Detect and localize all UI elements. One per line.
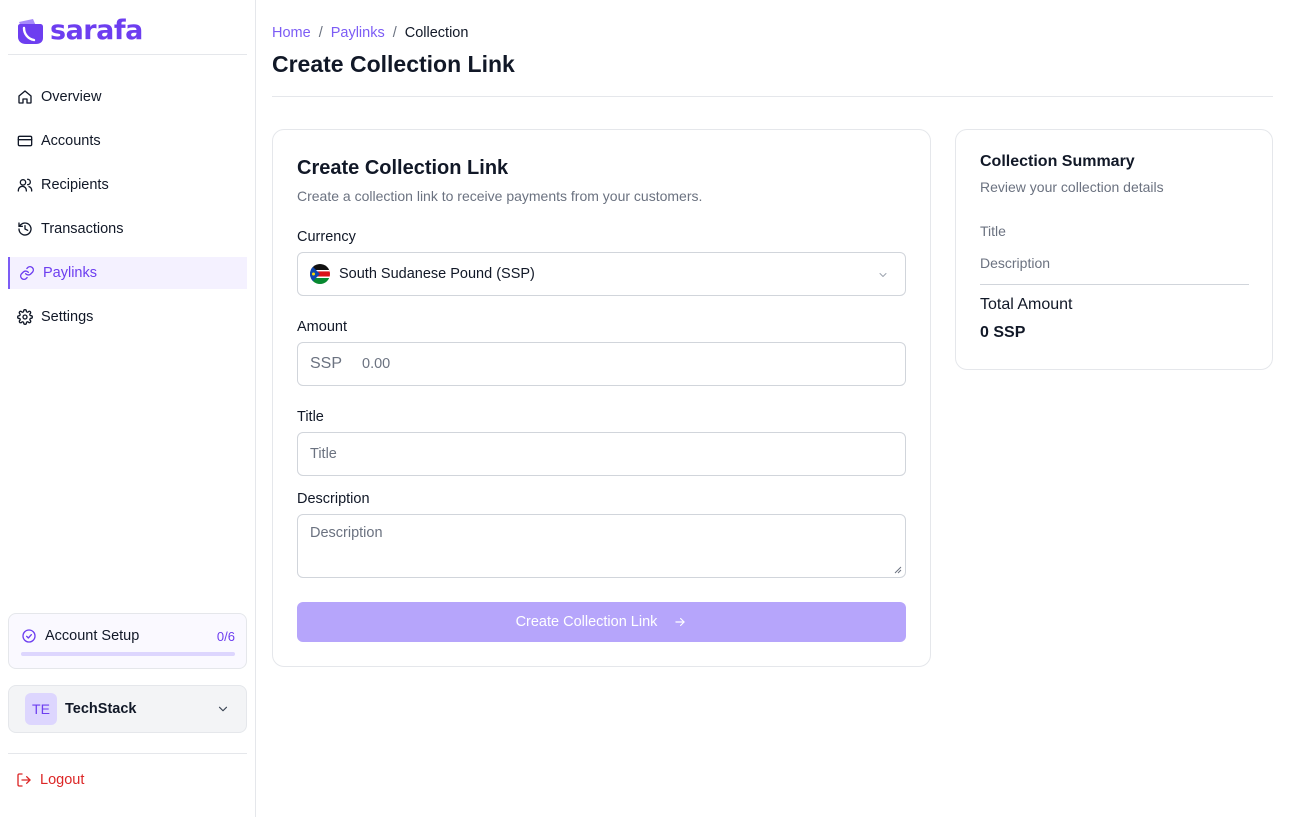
sidebar-item-overview[interactable]: Overview: [8, 81, 247, 113]
resize-handle-icon[interactable]: [894, 566, 902, 574]
logout-label: Logout: [40, 772, 85, 788]
total-amount-value: 0 SSP: [980, 324, 1026, 341]
sidebar-nav: Overview Accounts Recipients Transaction…: [8, 81, 247, 345]
breadcrumb: Home / Paylinks / Collection: [272, 25, 468, 41]
amount-currency-prefix: SSP: [310, 355, 343, 372]
account-setup-card[interactable]: Account Setup 0/6: [8, 613, 247, 669]
description-textarea[interactable]: Description: [297, 514, 906, 578]
summary-subtitle: Review your collection details: [980, 179, 1164, 195]
credit-card-icon: [17, 135, 33, 147]
south-sudan-flag-icon: [310, 264, 330, 284]
home-icon: [18, 90, 32, 104]
logout-icon: [17, 773, 31, 787]
create-collection-link-button[interactable]: Create Collection Link: [297, 602, 906, 642]
sidebar-item-label: Transactions: [41, 221, 124, 237]
account-setup-header: Account Setup 0/6: [21, 628, 235, 644]
currency-label: Currency: [297, 229, 356, 245]
sidebar-item-transactions[interactable]: Transactions: [8, 213, 247, 245]
link-icon: [20, 266, 34, 280]
breadcrumb-separator: /: [318, 25, 323, 41]
organization-switcher[interactable]: TE TechStack: [8, 685, 247, 733]
sidebar-item-label: Accounts: [41, 133, 101, 149]
sidebar-item-label: Recipients: [41, 177, 109, 193]
sidebar-item-label: Paylinks: [43, 265, 97, 281]
amount-placeholder: 0.00: [362, 356, 391, 372]
form-title: Create Collection Link: [297, 157, 509, 179]
breadcrumb-home[interactable]: Home: [272, 25, 311, 41]
sarafa-logo-icon: [18, 19, 43, 44]
brand-name: sarafa: [50, 15, 143, 46]
chevron-down-icon: [218, 706, 228, 712]
breadcrumb-current: Collection: [404, 25, 469, 41]
page-title: Create Collection Link: [272, 51, 515, 77]
submit-label: Create Collection Link: [515, 614, 658, 630]
description-placeholder: Description: [310, 525, 383, 541]
title-placeholder: Title: [310, 446, 337, 462]
summary-title: Collection Summary: [980, 153, 1135, 170]
organization-name: TechStack: [65, 701, 137, 717]
currency-value: South Sudanese Pound (SSP): [339, 266, 535, 282]
sidebar-item-settings[interactable]: Settings: [8, 301, 247, 333]
logout-button[interactable]: Logout: [16, 772, 84, 788]
header-divider: [272, 96, 1273, 97]
arrow-right-icon: [675, 617, 686, 627]
amount-label: Amount: [297, 319, 347, 335]
breadcrumb-paylinks[interactable]: Paylinks: [331, 25, 385, 41]
check-circle-icon: [22, 629, 36, 643]
currency-select[interactable]: South Sudanese Pound (SSP): [297, 252, 906, 296]
users-icon: [17, 178, 33, 192]
sidebar-bottom-divider: [8, 753, 247, 754]
summary-title-field: Title: [980, 223, 1006, 239]
title-input[interactable]: Title: [297, 432, 906, 476]
gear-icon: [17, 309, 33, 325]
sidebar: sarafa Overview Accounts Recipients Tran…: [0, 0, 256, 817]
breadcrumb-separator: /: [392, 25, 397, 41]
brand-logo[interactable]: sarafa: [16, 16, 143, 46]
collection-summary-card: Collection Summary Review your collectio…: [955, 129, 1273, 370]
collection-form-card: Create Collection Link Create a collecti…: [272, 129, 931, 667]
sidebar-item-accounts[interactable]: Accounts: [8, 125, 247, 157]
summary-description-field: Description: [980, 255, 1051, 271]
chevron-down-icon: [879, 273, 887, 277]
total-amount-label: Total Amount: [980, 296, 1073, 313]
sidebar-divider: [8, 54, 247, 55]
form-subtitle: Create a collection link to receive paym…: [297, 188, 703, 204]
title-label: Title: [297, 409, 324, 425]
account-setup-label: Account Setup: [45, 628, 140, 644]
sidebar-item-recipients[interactable]: Recipients: [8, 169, 247, 201]
app-root: sarafa Overview Accounts Recipients Tran…: [0, 0, 1289, 817]
sidebar-item-paylinks[interactable]: Paylinks: [8, 257, 247, 289]
summary-divider: [980, 284, 1249, 285]
sidebar-item-label: Overview: [41, 89, 102, 105]
amount-input[interactable]: SSP 0.00: [297, 342, 906, 386]
account-setup-count: 0/6: [216, 628, 235, 644]
history-icon: [18, 222, 32, 236]
account-setup-progress: [21, 652, 235, 656]
sidebar-item-label: Settings: [41, 309, 94, 325]
avatar: TE: [25, 693, 57, 725]
description-label: Description: [297, 491, 370, 507]
